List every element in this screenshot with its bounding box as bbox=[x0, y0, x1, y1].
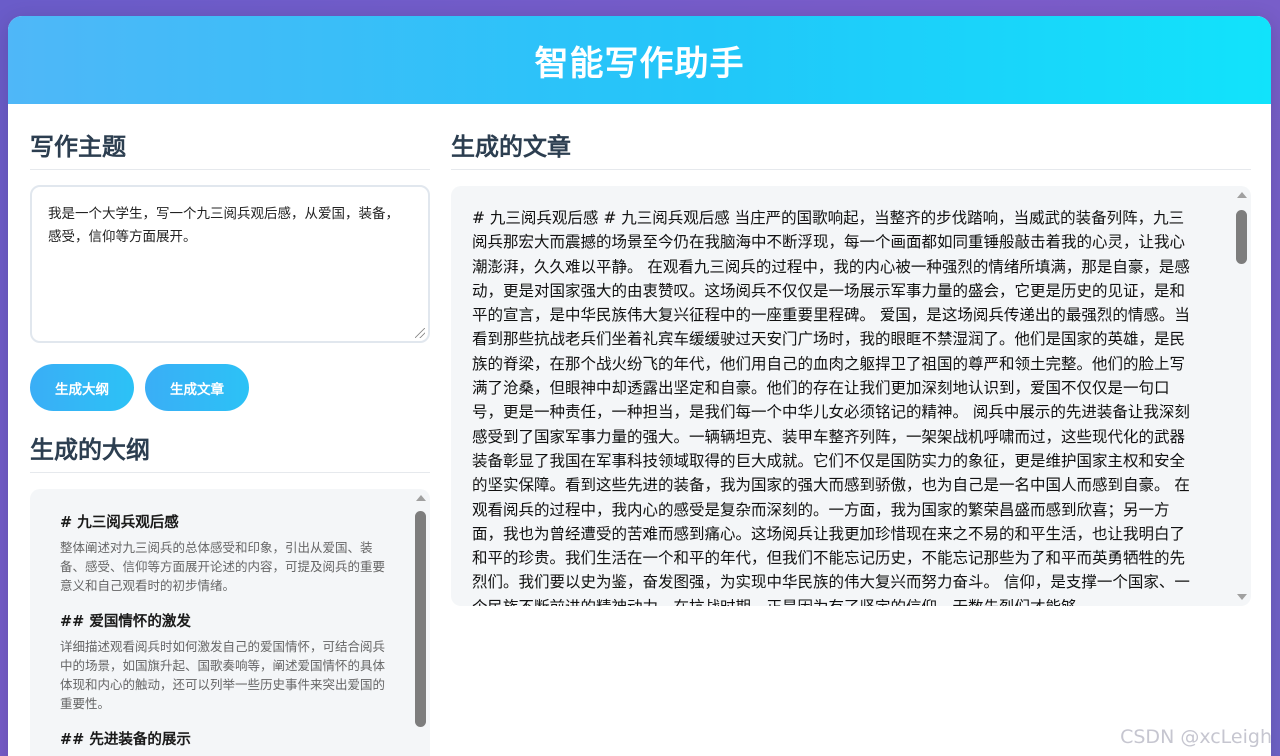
outline-section-title: 生成的大纲 bbox=[30, 423, 430, 473]
app-window: 智能写作助手 写作主题 我是一个大学生，写一个九三阅兵观后感，从爱国，装备，感受… bbox=[8, 16, 1271, 756]
topic-section-title: 写作主题 bbox=[30, 120, 430, 170]
app-title: 智能写作助手 bbox=[534, 43, 745, 84]
scroll-up-arrow-icon[interactable] bbox=[416, 495, 426, 501]
article-section-title: 生成的文章 bbox=[451, 120, 1251, 170]
topic-text: 我是一个大学生，写一个九三阅兵观后感，从爱国，装备，感受，信仰等方面展开。 bbox=[48, 206, 399, 245]
article-scroll-thumb[interactable] bbox=[1236, 210, 1247, 264]
button-row: 生成大纲 生成文章 bbox=[30, 364, 430, 411]
scroll-up-arrow-icon[interactable] bbox=[1237, 192, 1247, 198]
article-scrollbar[interactable] bbox=[1231, 186, 1251, 606]
outline-item-heading: # 九三阅兵观后感 bbox=[60, 514, 179, 531]
outline-item-heading: ## 爱国情怀的激发 bbox=[60, 613, 191, 630]
generate-article-button[interactable]: 生成文章 bbox=[145, 364, 249, 411]
outline-item-desc: 整体阐述对九三阅兵的总体感受和印象，引出从爱国、装备、感受、信仰等方面展开论述的… bbox=[60, 540, 386, 593]
right-panel: 生成的文章 # 九三阅兵观后感 # 九三阅兵观后感 当庄严的国歌响起，当整齐的步… bbox=[451, 120, 1251, 606]
article-text: # 九三阅兵观后感 # 九三阅兵观后感 当庄严的国歌响起，当整齐的步伐踏响，当威… bbox=[472, 209, 1190, 606]
scroll-down-arrow-icon[interactable] bbox=[1237, 594, 1247, 600]
watermark: CSDN @xcLeigh bbox=[1120, 726, 1272, 748]
left-panel: 写作主题 我是一个大学生，写一个九三阅兵观后感，从爱国，装备，感受，信仰等方面展… bbox=[30, 120, 430, 756]
outline-item-heading: ## 先进装备的展示 bbox=[60, 731, 191, 748]
outline-panel[interactable]: # 九三阅兵观后感整体阐述对九三阅兵的总体感受和印象，引出从爱国、装备、感受、信… bbox=[30, 489, 430, 756]
topic-textarea[interactable]: 我是一个大学生，写一个九三阅兵观后感，从爱国，装备，感受，信仰等方面展开。 bbox=[30, 185, 430, 343]
outline-scroll-thumb[interactable] bbox=[415, 511, 426, 727]
resize-handle-icon[interactable] bbox=[415, 328, 425, 338]
generate-outline-button[interactable]: 生成大纲 bbox=[30, 364, 134, 411]
article-panel[interactable]: # 九三阅兵观后感 # 九三阅兵观后感 当庄严的国歌响起，当整齐的步伐踏响，当威… bbox=[451, 186, 1251, 606]
outline-list: # 九三阅兵观后感整体阐述对九三阅兵的总体感受和印象，引出从爱国、装备、感受、信… bbox=[30, 489, 430, 749]
outline-scrollbar[interactable] bbox=[410, 489, 430, 756]
app-header: 智能写作助手 bbox=[8, 16, 1271, 104]
outline-item-desc: 详细描述观看阅兵时如何激发自己的爱国情怀，可结合阅兵中的场景，如国旗升起、国歌奏… bbox=[60, 639, 386, 711]
